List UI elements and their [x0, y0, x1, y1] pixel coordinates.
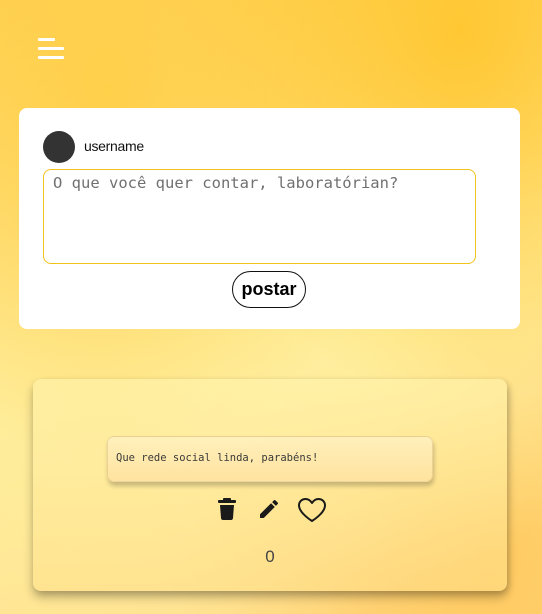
post-composer: username postar [19, 108, 520, 329]
like-count: 0 [265, 547, 275, 566]
pencil-icon [260, 499, 279, 518]
like-button[interactable] [297, 497, 327, 523]
post-text: Que rede social linda, parabéns! [116, 452, 319, 464]
post-button[interactable]: postar [232, 271, 306, 308]
username-label: username [84, 138, 144, 154]
trash-icon [218, 498, 236, 520]
post-content-box: Que rede social linda, parabéns! [107, 436, 433, 482]
heart-outline-icon [298, 498, 326, 522]
post-card: Que rede social linda, parabéns! 0 [33, 379, 507, 591]
menu-line [38, 38, 55, 41]
delete-button[interactable] [217, 497, 237, 521]
edit-button[interactable] [257, 497, 281, 521]
avatar [43, 131, 75, 163]
menu-line [38, 56, 64, 59]
post-actions [33, 497, 507, 523]
post-input[interactable] [43, 169, 476, 264]
menu-line [38, 47, 64, 50]
hamburger-menu-button[interactable] [38, 38, 66, 62]
